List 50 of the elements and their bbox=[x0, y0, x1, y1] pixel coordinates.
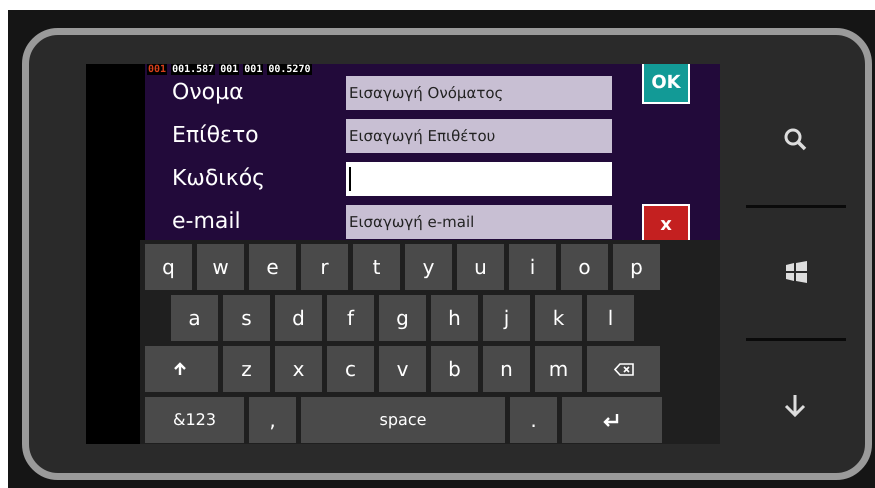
keyboard-key[interactable]: , bbox=[249, 397, 296, 443]
keyboard-key[interactable]: i bbox=[509, 244, 556, 290]
backspace-key[interactable] bbox=[587, 346, 660, 392]
keyboard-key[interactable]: g bbox=[379, 295, 426, 341]
keyboard-key[interactable]: o bbox=[561, 244, 608, 290]
search-icon bbox=[783, 127, 809, 153]
keyboard-key[interactable]: x bbox=[275, 346, 322, 392]
keyboard-key[interactable]: f bbox=[327, 295, 374, 341]
mode-key[interactable]: &123 bbox=[145, 397, 244, 443]
keyboard-key[interactable]: b bbox=[431, 346, 478, 392]
keyboard-key[interactable]: n bbox=[483, 346, 530, 392]
keyboard-key[interactable]: w bbox=[197, 244, 244, 290]
input-field[interactable] bbox=[346, 162, 612, 196]
field-label: Ονομα bbox=[172, 80, 245, 106]
keyboard-key[interactable]: d bbox=[275, 295, 322, 341]
input-field[interactable]: Εισαγωγή e-mail bbox=[346, 205, 612, 239]
keyboard-key[interactable]: t bbox=[353, 244, 400, 290]
keyboard-key[interactable]: r bbox=[301, 244, 348, 290]
keyboard-key[interactable]: l bbox=[587, 295, 634, 341]
input-field[interactable]: Εισαγωγή Επιθέτου bbox=[346, 119, 612, 153]
keyboard-key[interactable]: q bbox=[145, 244, 192, 290]
keyboard-key[interactable]: k bbox=[535, 295, 582, 341]
keyboard-key[interactable]: v bbox=[379, 346, 426, 392]
frame-counter-text: 001.587 bbox=[171, 64, 216, 75]
keyboard-key[interactable]: h bbox=[431, 295, 478, 341]
field-label: e-mail bbox=[172, 209, 242, 235]
frame-counter-text: 001 bbox=[147, 64, 168, 75]
cancel-button[interactable]: x bbox=[642, 204, 690, 240]
field-label: Κωδικός bbox=[172, 166, 266, 192]
keyboard-key[interactable]: p bbox=[613, 244, 660, 290]
keyboard-key[interactable]: m bbox=[535, 346, 582, 392]
keyboard-key[interactable]: z bbox=[223, 346, 270, 392]
keyboard-key[interactable]: a bbox=[171, 295, 218, 341]
keyboard-key[interactable]: s bbox=[223, 295, 270, 341]
frame-counter-text: 00.5270 bbox=[267, 64, 312, 75]
shift-key[interactable] bbox=[145, 346, 218, 392]
frame-counter-text: 001 bbox=[243, 64, 264, 75]
field-label: Επίθετο bbox=[172, 123, 260, 149]
keyboard-key[interactable]: u bbox=[457, 244, 504, 290]
enter-key[interactable] bbox=[562, 397, 662, 443]
keyboard-key[interactable]: j bbox=[483, 295, 530, 341]
space-key[interactable]: space bbox=[301, 397, 505, 443]
frame-counter-text: 001 bbox=[219, 64, 240, 75]
keyboard-key[interactable]: c bbox=[327, 346, 374, 392]
four-panes-icon bbox=[783, 260, 809, 286]
input-field[interactable]: Εισαγωγή Ονόματος bbox=[346, 76, 612, 110]
keyboard-key[interactable]: y bbox=[405, 244, 452, 290]
backspace-icon bbox=[614, 360, 634, 378]
keyboard-key[interactable]: . bbox=[510, 397, 557, 443]
keyboard-key[interactable]: e bbox=[249, 244, 296, 290]
